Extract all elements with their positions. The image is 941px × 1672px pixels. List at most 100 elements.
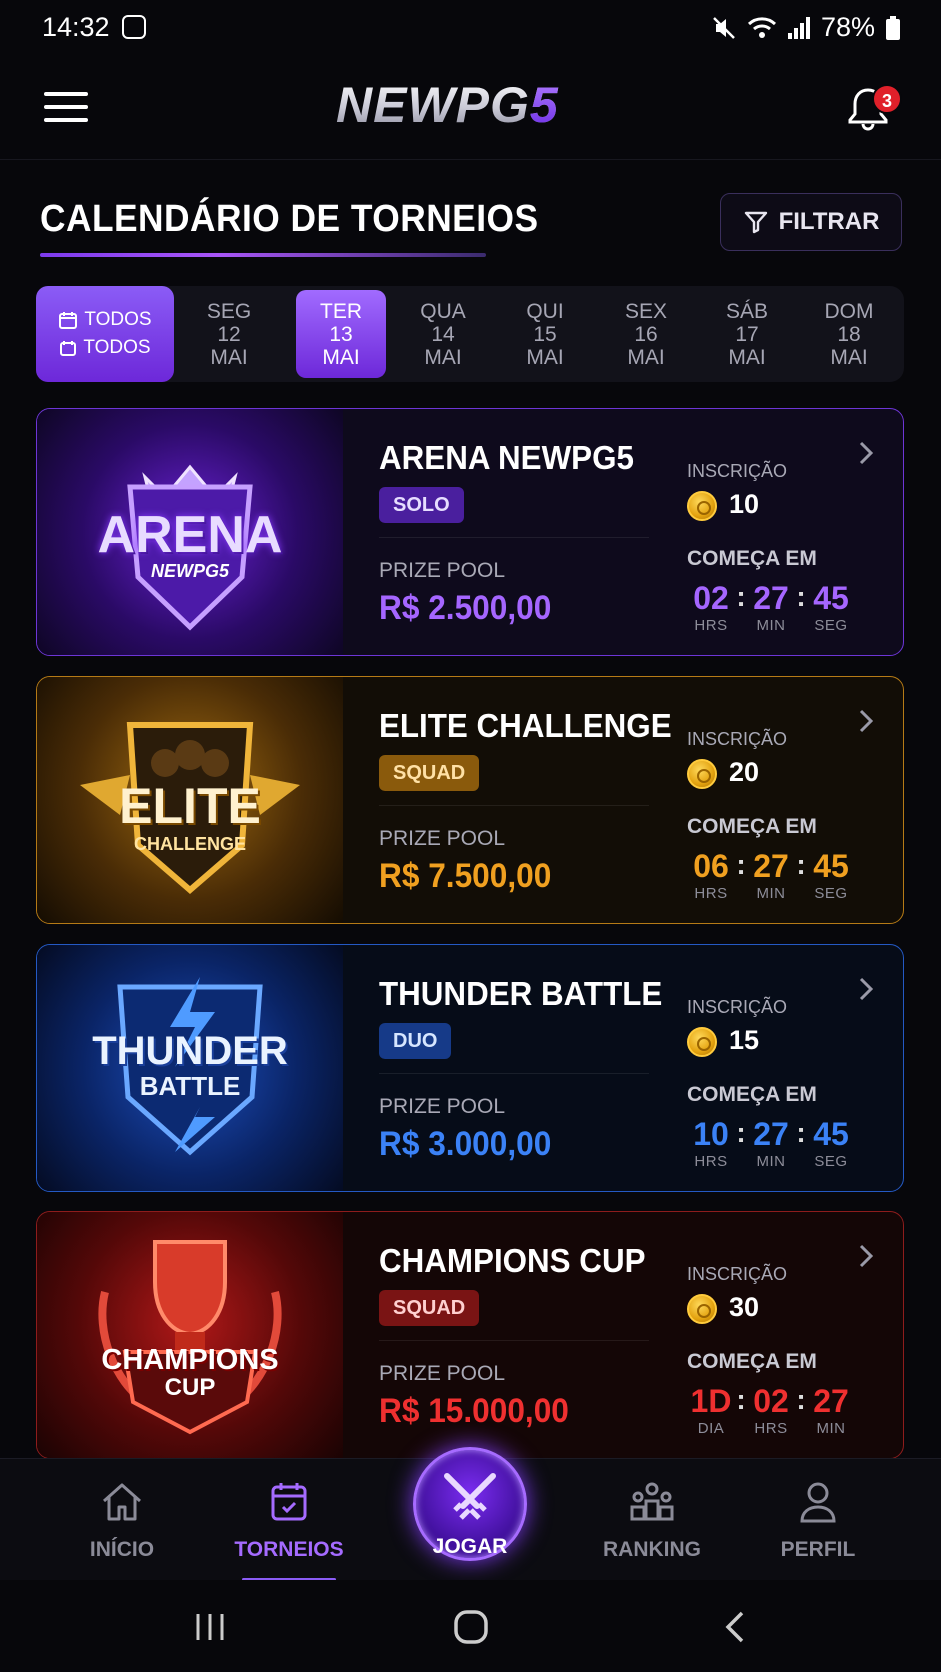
timer-value: 27: [753, 1116, 789, 1152]
countdown-timer: 1D DIA: 02 HRS: 27 MIN: [687, 1382, 855, 1437]
banner-subtitle: CHALLENGE: [134, 834, 246, 854]
status-bar: 14:32 78%: [0, 0, 941, 58]
starts-in-label: COMEÇA EM: [687, 547, 817, 570]
banner-subtitle: BATTLE: [139, 1071, 241, 1101]
nav-inicio[interactable]: INÍCIO: [52, 1479, 192, 1562]
calendar-small-icon: [60, 341, 77, 356]
tournament-card[interactable]: ARENA NEWPG5 ARENA NEWPG5 SOLO PRIZE POO…: [36, 408, 904, 656]
crossed-swords-icon: [444, 1473, 496, 1520]
banner-subtitle: CUP: [164, 1374, 216, 1401]
entry-fee-label: INSCRIÇÃO: [687, 997, 788, 1017]
nav-torneios[interactable]: TORNEIOS: [219, 1479, 359, 1562]
filter-label: FILTRAR: [778, 208, 880, 235]
app-logo: NEWPG5: [336, 77, 559, 133]
banner-subtitle: NEWPG5: [150, 561, 229, 581]
recent-apps-icon[interactable]: [190, 1610, 230, 1644]
mode-badge: SQUAD: [379, 1290, 480, 1326]
tab-day-dom[interactable]: DOM 18 MAI: [804, 286, 894, 382]
prize-pool-label: PRIZE POOL: [379, 559, 506, 582]
tab-day-sab[interactable]: SÁB 17 MAI: [702, 286, 792, 382]
chevron-right-icon[interactable]: [855, 707, 877, 735]
home-button-icon[interactable]: [451, 1607, 491, 1647]
tournament-title: ELITE CHALLENGE: [379, 707, 672, 744]
calendar-icon: [271, 1483, 307, 1521]
entry-fee-label: INSCRIÇÃO: [687, 461, 788, 481]
nav-perfil[interactable]: PERFIL: [748, 1479, 888, 1562]
timer-unit: 45 SEG: [807, 847, 855, 902]
menu-button[interactable]: [44, 92, 88, 126]
timer-value: 27: [753, 848, 789, 884]
prize-pool-label: PRIZE POOL: [379, 1362, 506, 1385]
timer-value: 1D: [690, 1383, 732, 1419]
prize-pool-value: R$ 15.000,00: [379, 1392, 569, 1430]
app-header: NEWPG5: [0, 58, 941, 160]
tournament-card[interactable]: THUNDER BATTLE THUNDER BATTLE DUO PRIZE …: [36, 944, 904, 1192]
tab-day-seg[interactable]: SEG 12 MAI: [184, 286, 274, 382]
timer-separator: :: [796, 1384, 806, 1415]
timer-value: 45: [813, 1116, 849, 1152]
timer-unit: 45 SEG: [807, 579, 855, 634]
notification-badge: 3: [872, 84, 902, 114]
system-nav: [0, 1580, 941, 1672]
countdown-timer: 06 HRS: 27 MIN: 45 SEG: [687, 847, 855, 902]
date-tabs: TODOS TODOS SEG 12 MAI TER 13 MAI QUA 14 MAI Q…: [36, 286, 904, 382]
timer-value: 02: [693, 580, 729, 616]
starts-in-label: COMEÇA EM: [687, 1083, 817, 1106]
tournament-info: ELITE CHALLENGE SQUAD PRIZE POOL R$ 7.50…: [343, 677, 903, 923]
countdown-timer: 02 HRS: 27 MIN: 45 SEG: [687, 579, 855, 634]
coin-icon: [687, 1294, 717, 1324]
timer-unit: 27 MIN: [807, 1382, 855, 1437]
timer-unit-label: HRS: [694, 617, 728, 634]
tournament-title: THUNDER BATTLE: [379, 975, 663, 1012]
tab-day-qui[interactable]: QUI 15 MAI: [500, 286, 590, 382]
tab-day-sex[interactable]: SEX 16 MAI: [601, 286, 691, 382]
banner-title: THUNDER: [92, 1029, 288, 1073]
timer-unit: 06 HRS: [687, 847, 735, 902]
tab-all-label: TODOS: [84, 309, 152, 330]
page-title: CALENDÁRIO DE TORNEIOS: [40, 198, 539, 240]
timer-separator: :: [736, 1384, 746, 1415]
timer-unit-label: HRS: [754, 1420, 788, 1437]
tab-day-qua[interactable]: QUA 14 MAI: [398, 286, 488, 382]
mode-badge: SQUAD: [379, 755, 480, 791]
timer-unit-label: SEG: [814, 617, 848, 634]
chevron-right-icon[interactable]: [855, 439, 877, 467]
banner-title: ELITE: [119, 778, 261, 834]
tournament-card[interactable]: ELITE CHALLENGE ELITE CHALLENGE SQUAD PR…: [36, 676, 904, 924]
timer-value: 02: [753, 1383, 789, 1419]
entry-fee-value: 15: [729, 1025, 760, 1055]
calendar-icon: [59, 312, 78, 329]
tournament-banner: THUNDER BATTLE: [37, 945, 343, 1191]
timer-unit-label: MIN: [756, 1153, 786, 1170]
timer-separator: :: [736, 581, 746, 612]
tab-all-dates[interactable]: TODOS TODOS: [36, 286, 174, 382]
banner-title: ARENA: [97, 506, 283, 564]
timer-unit-label: HRS: [694, 885, 728, 902]
tournament-card[interactable]: CHAMPIONS CUP CHAMPIONS CUP SQUAD PRIZE …: [36, 1211, 904, 1459]
divider: [379, 805, 649, 806]
tournament-info: THUNDER BATTLE DUO PRIZE POOL R$ 3.000,0…: [343, 945, 903, 1191]
tab-day-ter[interactable]: TER 13 MAI: [296, 290, 386, 378]
timer-value: 06: [693, 848, 729, 884]
timer-unit-label: MIN: [816, 1420, 846, 1437]
starts-in-label: COMEÇA EM: [687, 1350, 817, 1373]
timer-unit: 02 HRS: [747, 1382, 795, 1437]
chevron-right-icon[interactable]: [855, 975, 877, 1003]
trophy-icon: [98, 1240, 282, 1435]
prize-pool-label: PRIZE POOL: [379, 827, 506, 850]
timer-unit: 02 HRS: [687, 579, 735, 634]
nav-ranking[interactable]: RANKING: [582, 1479, 722, 1562]
mode-badge: DUO: [379, 1023, 452, 1059]
timer-unit-label: SEG: [814, 885, 848, 902]
profile-icon: [800, 1482, 836, 1523]
back-icon[interactable]: [720, 1607, 750, 1647]
timer-unit: 45 SEG: [807, 1115, 855, 1170]
play-label: JOGAR: [432, 1535, 508, 1558]
tournament-banner: ELITE CHALLENGE: [37, 677, 343, 923]
chevron-right-icon[interactable]: [855, 1242, 877, 1270]
filter-button[interactable]: FILTRAR: [720, 193, 902, 251]
tournament-banner: ARENA NEWPG5: [37, 409, 343, 655]
prize-pool-label: PRIZE POOL: [379, 1095, 506, 1118]
status-time: 14:32: [42, 12, 110, 42]
tournament-banner: CHAMPIONS CUP: [37, 1212, 343, 1458]
